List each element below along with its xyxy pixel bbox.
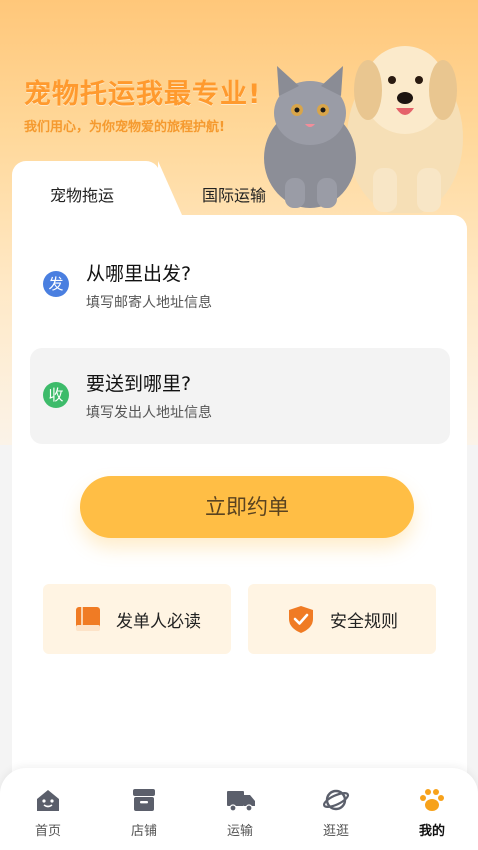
tabbar-store-label: 店铺: [130, 824, 157, 839]
cat-image: [264, 66, 356, 208]
safety-rules-label: 安全规则: [330, 612, 398, 632]
book-icon: [76, 607, 100, 631]
tabbar-store[interactable]: 店铺: [96, 768, 192, 850]
tab-pet-transport-label[interactable]: 宠物拖运: [50, 182, 114, 206]
planet-icon: [322, 789, 350, 811]
pets-illustration: [264, 46, 463, 213]
tabbar-transport-label: 运输: [226, 824, 253, 839]
tab-international-transport[interactable]: 国际运输: [202, 182, 266, 206]
tabbar-transport[interactable]: 运输: [192, 768, 288, 850]
sender-guide-card[interactable]: 发单人必读: [43, 584, 231, 654]
shield-check-icon: [289, 606, 313, 633]
origin-badge: 发: [43, 271, 69, 297]
dog-image: [347, 46, 463, 213]
destination-hint: 填写发出人地址信息: [86, 405, 212, 421]
store-icon: [133, 789, 155, 811]
tabbar-home[interactable]: 首页: [0, 768, 96, 850]
destination-address-row[interactable]: 收 要送到哪里? 填写发出人地址信息: [30, 348, 450, 444]
tabbar-explore-label: 逛逛: [322, 824, 349, 839]
order-now-button[interactable]: 立即约单: [80, 476, 414, 538]
safety-rules-card[interactable]: 安全规则: [248, 584, 436, 654]
hero-subtitle: 我们用心，为你宠物爱的旅程护航!: [24, 120, 225, 135]
origin-address-row[interactable]: 发 从哪里出发? 填写邮寄人地址信息: [30, 237, 450, 333]
paw-icon: [420, 789, 444, 811]
truck-icon: [227, 791, 255, 812]
destination-badge: 收: [43, 382, 69, 408]
tabbar-mine[interactable]: 我的: [384, 768, 478, 850]
hero-title: 宠物托运我最专业!: [24, 79, 262, 110]
destination-title: 要送到哪里?: [86, 373, 192, 395]
sender-guide-label: 发单人必读: [116, 612, 201, 632]
home-icon: [37, 790, 59, 811]
tabbar-mine-label: 我的: [418, 824, 445, 839]
bottom-tabbar: 首页 店铺 运输 逛逛 我的: [0, 768, 478, 850]
origin-hint: 填写邮寄人地址信息: [86, 295, 212, 311]
tabbar-home-label: 首页: [34, 824, 61, 839]
tabbar-explore[interactable]: 逛逛: [288, 768, 384, 850]
origin-title: 从哪里出发?: [86, 263, 192, 285]
